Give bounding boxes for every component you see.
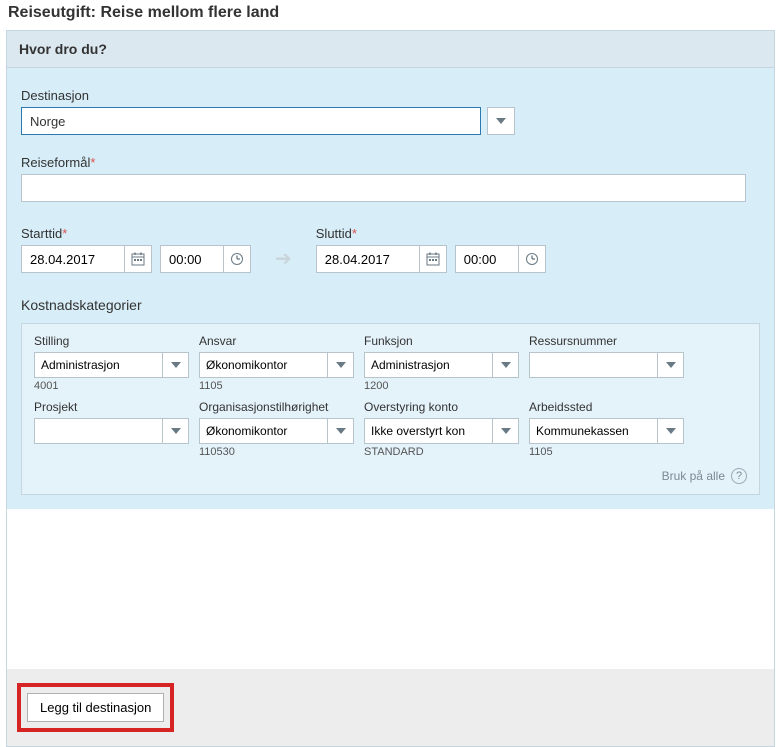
prosjekt-input[interactable] [34, 418, 163, 444]
funksjon-input[interactable] [364, 352, 493, 378]
caret-down-icon [666, 428, 676, 434]
cost-subvalue: STANDARD [364, 446, 519, 460]
caret-down-icon [336, 428, 346, 434]
end-date-input[interactable] [316, 245, 420, 273]
stilling-input[interactable] [34, 352, 163, 378]
calendar-icon [131, 252, 145, 266]
form-container: Hvor dro du? Destinasjon Reiseformål* St… [6, 30, 775, 747]
arbeidssted-input[interactable] [529, 418, 658, 444]
caret-down-icon [171, 428, 181, 434]
footer-bar: Legg til destinasjon [7, 669, 774, 746]
arrow-separator-icon: ➔ [275, 246, 292, 271]
end-time-picker-button[interactable] [518, 245, 546, 273]
cost-subvalue: 1200 [364, 380, 519, 394]
cost-label: Ressursnummer [529, 334, 684, 348]
cost-subvalue: 4001 [34, 380, 189, 394]
cost-subvalue: 110530 [199, 446, 354, 460]
cost-subvalue [529, 380, 684, 394]
cost-label: Arbeidssted [529, 400, 684, 414]
apply-all-link[interactable]: Bruk på alle [662, 469, 725, 483]
cost-subvalue: 1105 [199, 380, 354, 394]
ansvar-dropdown-button[interactable] [328, 352, 354, 378]
end-time-input[interactable] [455, 245, 519, 273]
caret-down-icon [501, 428, 511, 434]
section-header: Hvor dro du? [7, 31, 774, 68]
organisasjon-input[interactable] [199, 418, 328, 444]
ansvar-input[interactable] [199, 352, 328, 378]
cost-subvalue [34, 446, 189, 460]
cost-panel: Stilling 4001 Ansvar 1105 [21, 323, 760, 495]
caret-down-icon [171, 362, 181, 368]
arbeidssted-dropdown-button[interactable] [658, 418, 684, 444]
overstyring-dropdown-button[interactable] [493, 418, 519, 444]
stilling-dropdown-button[interactable] [163, 352, 189, 378]
organisasjon-dropdown-button[interactable] [328, 418, 354, 444]
caret-down-icon [501, 362, 511, 368]
starttime-label: Starttid* [21, 226, 251, 241]
calendar-icon [426, 252, 440, 266]
destination-input[interactable] [21, 107, 481, 135]
cost-categories-title: Kostnadskategorier [21, 297, 760, 313]
caret-down-icon [336, 362, 346, 368]
destination-dropdown-button[interactable] [487, 107, 515, 135]
cost-label: Funksjon [364, 334, 519, 348]
start-date-input[interactable] [21, 245, 125, 273]
start-time-picker-button[interactable] [223, 245, 251, 273]
clock-icon [525, 252, 539, 266]
caret-down-icon [666, 362, 676, 368]
destination-label: Destinasjon [21, 88, 760, 103]
prosjekt-dropdown-button[interactable] [163, 418, 189, 444]
ressursnummer-dropdown-button[interactable] [658, 352, 684, 378]
clock-icon [230, 252, 244, 266]
end-date-picker-button[interactable] [419, 245, 447, 273]
page-title: Reiseutgift: Reise mellom flere land [0, 0, 781, 30]
help-icon[interactable]: ? [731, 468, 747, 484]
purpose-input[interactable] [21, 174, 746, 202]
ressursnummer-input[interactable] [529, 352, 658, 378]
overstyring-input[interactable] [364, 418, 493, 444]
cost-label: Prosjekt [34, 400, 189, 414]
start-time-input[interactable] [160, 245, 224, 273]
start-date-picker-button[interactable] [124, 245, 152, 273]
section-body: Destinasjon Reiseformål* Starttid* [7, 68, 774, 509]
funksjon-dropdown-button[interactable] [493, 352, 519, 378]
highlight-box: Legg til destinasjon [17, 683, 174, 732]
cost-subvalue: 1105 [529, 446, 684, 460]
cost-label: Stilling [34, 334, 189, 348]
cost-label: Overstyring konto [364, 400, 519, 414]
cost-label: Organisasjonstilhørighet [199, 400, 354, 414]
caret-down-icon [496, 118, 506, 124]
endtime-label: Sluttid* [316, 226, 546, 241]
cost-label: Ansvar [199, 334, 354, 348]
add-destination-button[interactable]: Legg til destinasjon [27, 693, 164, 722]
purpose-label: Reiseformål* [21, 155, 760, 170]
